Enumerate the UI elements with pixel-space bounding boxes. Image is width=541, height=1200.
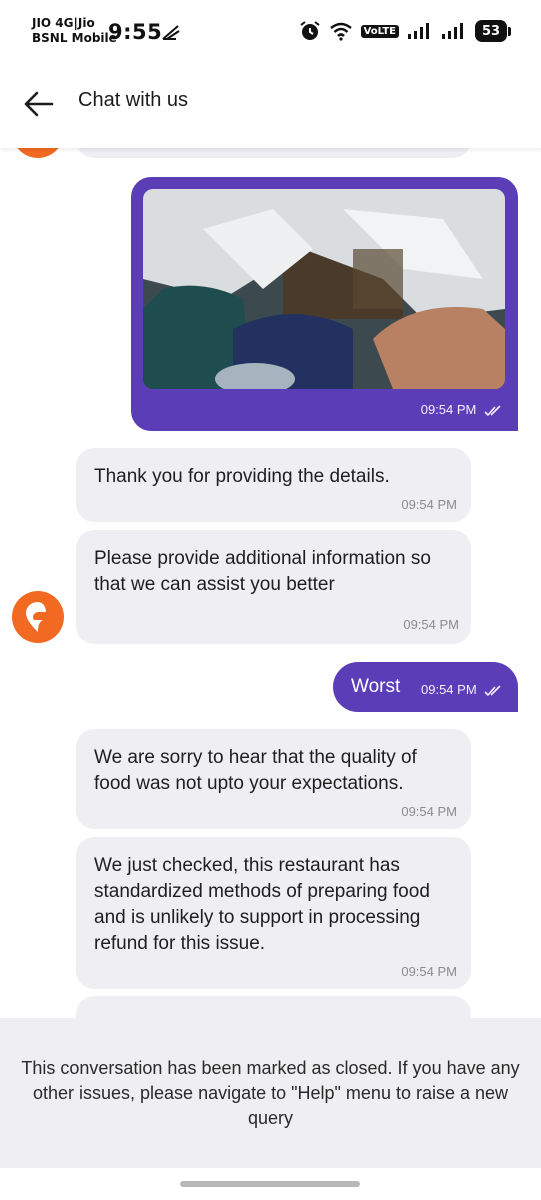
swiggy-avatar bbox=[12, 148, 64, 158]
message-time: 09:54 PM bbox=[401, 804, 457, 819]
swiggy-avatar bbox=[12, 591, 64, 643]
user-image-message[interactable]: 09:54 PM bbox=[131, 177, 518, 431]
message-text: We just checked, this restaurant has sta… bbox=[94, 855, 430, 954]
message-time: 09:54 PM bbox=[401, 497, 457, 512]
status-bar: JIO 4G|Jio BSNL Mobile 9:55 VoLTE 53 bbox=[0, 0, 541, 58]
carrier-info: JIO 4G|Jio BSNL Mobile bbox=[32, 16, 117, 46]
wifi-icon bbox=[329, 22, 352, 41]
message-time: 09:54 PM bbox=[401, 964, 457, 979]
airplane-glyph-icon bbox=[162, 25, 180, 40]
bot-message-partial bbox=[76, 996, 471, 1018]
page-title: Chat with us bbox=[78, 89, 189, 111]
bot-message: Please provide additional information so… bbox=[76, 530, 471, 644]
message-text: Thank you for providing the details. bbox=[94, 466, 390, 487]
message-time: 09:54 PM bbox=[421, 402, 502, 417]
double-check-icon bbox=[484, 404, 501, 416]
photo-content bbox=[143, 189, 505, 389]
message-text: Please provide additional information so… bbox=[94, 548, 431, 595]
attached-photo[interactable] bbox=[143, 189, 505, 389]
status-icons: VoLTE 53 bbox=[299, 20, 511, 42]
battery-level: 53 bbox=[475, 20, 507, 42]
chat-messages[interactable]: 09:54 PM Thank you for providing the det… bbox=[0, 148, 541, 1018]
swiggy-logo-icon bbox=[26, 602, 46, 632]
bot-message: We are sorry to hear that the quality of… bbox=[76, 729, 471, 829]
message-text: We are sorry to hear that the quality of… bbox=[94, 747, 417, 794]
status-time: 9:55 bbox=[108, 20, 163, 44]
message-text: Worst bbox=[351, 676, 401, 697]
bot-message: Thank you for providing the details. 09:… bbox=[76, 448, 471, 522]
closed-notice-text: This conversation has been marked as clo… bbox=[21, 1057, 520, 1128]
carrier-line-1: JIO 4G|Jio bbox=[32, 16, 95, 30]
double-check-icon bbox=[484, 684, 501, 696]
volte-icon: VoLTE bbox=[360, 24, 399, 38]
signal-icon bbox=[442, 23, 463, 39]
conversation-closed-banner: This conversation has been marked as clo… bbox=[0, 1018, 541, 1168]
home-indicator[interactable] bbox=[180, 1181, 360, 1187]
back-arrow-icon[interactable] bbox=[22, 87, 56, 121]
bot-message-partial bbox=[76, 148, 471, 158]
user-message[interactable]: Worst 09:54 PM bbox=[333, 662, 518, 712]
carrier-line-2: BSNL Mobile bbox=[32, 31, 117, 45]
message-time: 09:54 PM bbox=[421, 682, 502, 697]
app-header: Chat with us bbox=[0, 58, 541, 148]
signal-icon bbox=[408, 23, 429, 39]
battery-icon: 53 bbox=[475, 20, 511, 42]
message-time: 09:54 PM bbox=[403, 617, 459, 632]
bot-message: We just checked, this restaurant has sta… bbox=[76, 837, 471, 989]
system-nav-bar bbox=[0, 1168, 541, 1200]
alarm-icon bbox=[299, 21, 320, 40]
